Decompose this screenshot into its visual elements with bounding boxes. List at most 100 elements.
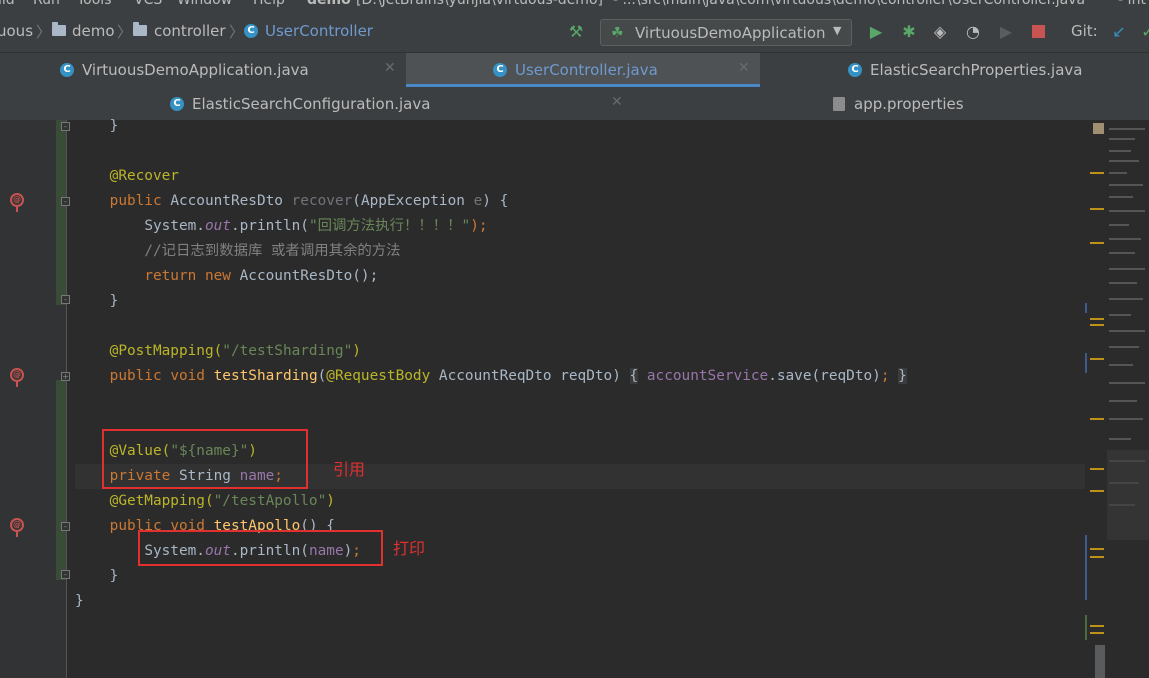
request-mapping-icon[interactable]: @ (10, 193, 24, 212)
minimap-line (1109, 298, 1143, 300)
code-line: System.out.println("回调方法执行！！！！"); (144, 218, 488, 234)
tab-elasticsearchproperties[interactable]: C ElasticSearchProperties.java (760, 53, 1149, 87)
window-title-suffix: - Int (1118, 0, 1146, 8)
print-label: 打印 (393, 539, 426, 558)
profiler-icon[interactable]: ◔ (963, 22, 983, 42)
tab-usercontroller[interactable]: C UserController.java ✕ (406, 53, 760, 88)
close-icon[interactable]: ✕ (611, 94, 623, 110)
window-title-file: - ...\src\main\java\com\virtuous\demo\co… (613, 0, 1086, 8)
attach-run-icon[interactable]: ▶ (996, 22, 1016, 42)
minimap-line (1109, 184, 1143, 186)
code-editor[interactable]: - - - + - - @ @ @ } @Recover public Acco… (0, 118, 1149, 678)
value-annotation-highlight-box (102, 429, 308, 489)
warning-marker[interactable] (1090, 324, 1104, 326)
code-line: } (109, 293, 119, 309)
minimap-line (1109, 252, 1135, 254)
vcs-scroll-marker (1085, 353, 1087, 373)
class-icon: C (848, 63, 862, 77)
properties-file-icon (833, 97, 845, 111)
println-highlight-box (138, 530, 383, 566)
code-line: } (75, 593, 84, 609)
breadcrumb-separator: 〉 (117, 23, 133, 41)
fold-marker[interactable]: - (61, 197, 70, 206)
window-title-path: [D:\JetBrains\yunjia\virtuous-demo] (356, 0, 603, 8)
code-line: } (109, 568, 119, 584)
minimap-viewport[interactable] (1107, 450, 1149, 540)
build-hammer-icon[interactable]: ⚒ (566, 22, 586, 42)
folder-icon (133, 22, 147, 36)
git-update-icon[interactable]: ↙ (1109, 22, 1129, 42)
editor-scrollbar[interactable] (1085, 120, 1149, 678)
code-line: return new AccountResDto(); (144, 268, 379, 284)
minimap-line (1109, 268, 1145, 270)
vcs-scroll-marker (1085, 615, 1087, 640)
minimap-line (1109, 418, 1143, 420)
tab-virtuousdemoapplication[interactable]: C VirtuousDemoApplication.java ✕ (0, 53, 406, 87)
minimap-line (1109, 238, 1141, 240)
breadcrumb-controller[interactable]: controller (154, 22, 226, 40)
breadcrumb-demo[interactable]: demo (72, 22, 115, 40)
inspection-status-icon[interactable] (1093, 123, 1104, 134)
minimap-line (1109, 282, 1137, 284)
fold-marker[interactable]: - (61, 570, 70, 579)
coverage-shield-icon[interactable]: ◈ (930, 22, 950, 42)
warning-marker[interactable] (1090, 556, 1104, 558)
stop-icon[interactable] (1028, 21, 1048, 41)
warning-marker[interactable] (1090, 418, 1104, 420)
scrollbar-thumb[interactable] (1095, 645, 1105, 678)
warning-marker[interactable] (1090, 358, 1104, 360)
warning-marker[interactable] (1090, 318, 1104, 320)
tab-label: ElasticSearchProperties.java (870, 61, 1083, 79)
class-icon: C (170, 97, 184, 111)
menu-tools[interactable]: Tools (77, 0, 112, 8)
run-icon[interactable]: ▶ (866, 22, 886, 42)
fold-marker[interactable]: - (61, 295, 70, 304)
editor-tab-row-1: C VirtuousDemoApplication.java ✕ C UserC… (0, 53, 1149, 88)
code-line: public void testSharding(@RequestBody Ac… (109, 368, 907, 384)
warning-marker[interactable] (1090, 632, 1104, 634)
code-line: //记日志到数据库 或者调用其余的方法 (144, 243, 401, 259)
warning-marker[interactable] (1090, 625, 1104, 627)
breadcrumb-project[interactable]: uous (0, 22, 33, 40)
breadcrumb-separator: 〉 (229, 23, 245, 41)
git-label: Git: (1071, 22, 1098, 40)
window-title-project: demo (307, 0, 351, 8)
warning-marker[interactable] (1090, 242, 1104, 244)
warning-marker[interactable] (1090, 208, 1104, 210)
warning-marker[interactable] (1090, 490, 1104, 492)
tab-label: ElasticSearchConfiguration.java (192, 95, 431, 113)
fold-marker[interactable]: - (61, 522, 70, 531)
minimap-line (1109, 382, 1145, 384)
request-mapping-icon[interactable]: @ (10, 518, 24, 537)
fold-marker[interactable]: - (61, 122, 70, 131)
git-commit-icon[interactable]: ✓ (1138, 22, 1149, 42)
code-line: @Recover (109, 168, 179, 184)
breadcrumb-usercontroller[interactable]: UserController (265, 22, 373, 40)
menu-window[interactable]: Window (177, 0, 232, 8)
minimap-line (1109, 224, 1129, 226)
minimap-line (1109, 172, 1127, 174)
run-configuration-label: VirtuousDemoApplication (635, 24, 826, 42)
request-mapping-icon[interactable]: @ (10, 368, 24, 387)
warning-marker[interactable] (1090, 468, 1104, 470)
menu-build[interactable]: ild (0, 0, 15, 8)
code-line: public AccountResDto recover(AppExceptio… (109, 193, 509, 209)
menu-run[interactable]: Run (33, 0, 60, 8)
warning-marker[interactable] (1090, 172, 1104, 174)
close-icon[interactable]: ✕ (738, 60, 750, 76)
run-configuration-selector[interactable]: ☘ VirtuousDemoApplication ▼ (600, 19, 852, 46)
warning-marker[interactable] (1090, 548, 1104, 550)
menu-vcs[interactable]: VCS (134, 0, 162, 8)
minimap-line (1109, 438, 1131, 440)
menu-bar: ild Run Tools VCS Window Help demo [D:\J… (0, 0, 1149, 8)
chevron-down-icon: ▼ (833, 24, 842, 37)
close-icon[interactable]: ✕ (384, 60, 396, 76)
debug-bug-icon[interactable]: ✱ (899, 22, 919, 42)
minimap-line (1109, 314, 1131, 316)
menu-help[interactable]: Help (253, 0, 285, 8)
minimap-line (1109, 346, 1139, 348)
minimap-line (1109, 330, 1145, 332)
code-line: @GetMapping("/testApollo") (109, 493, 335, 509)
minimap-line (1109, 138, 1135, 140)
fold-marker[interactable]: + (61, 372, 70, 381)
